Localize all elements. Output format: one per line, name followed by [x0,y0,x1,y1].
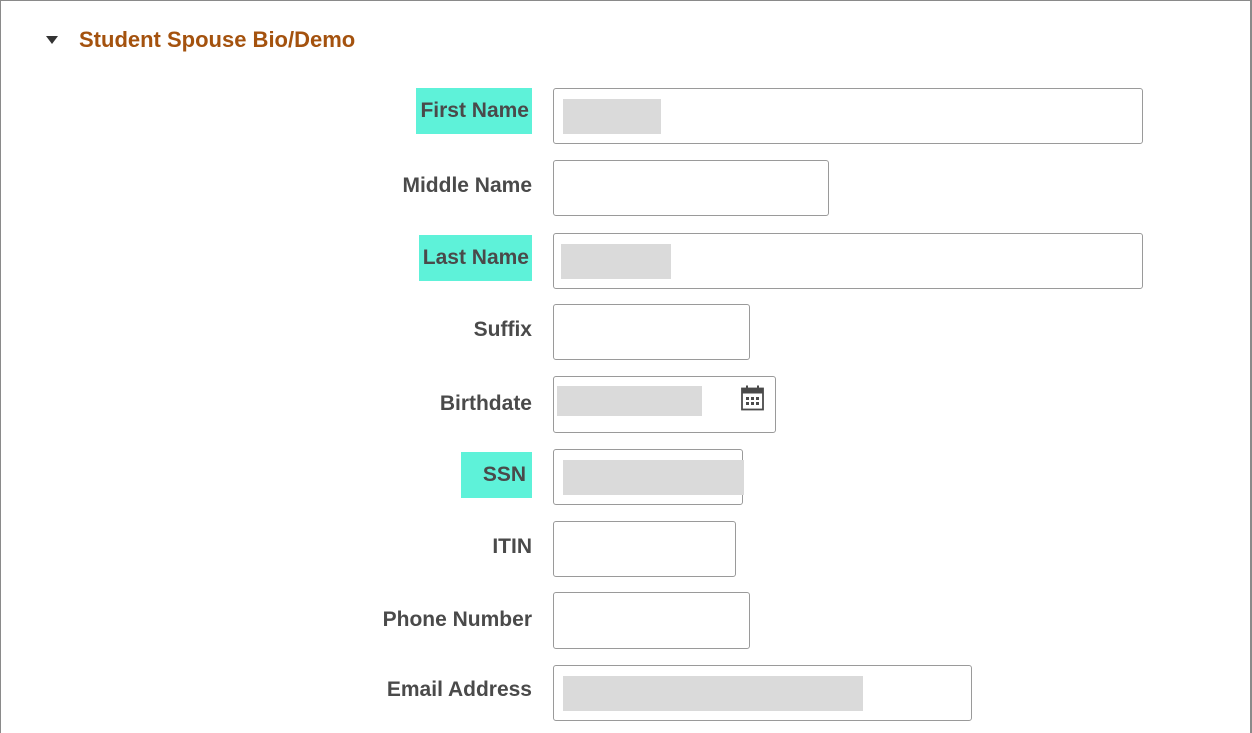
section-title: Student Spouse Bio/Demo [79,27,356,52]
section-toggle[interactable]: Student Spouse Bio/Demo [46,22,355,58]
last-name-input[interactable] [553,233,1143,289]
suffix-label: Suffix [473,318,532,341]
email-address-label: Email Address [386,678,532,701]
last-name-label: Last Name [418,235,532,281]
redacted-value [563,99,661,134]
birthdate-label: Birthdate [439,392,532,415]
frame-top-border [0,0,1252,1]
middle-name-label: Middle Name [402,174,532,197]
ssn-label: SSN [460,452,532,498]
middle-name-input[interactable] [553,160,829,216]
suffix-input[interactable] [553,304,750,360]
redacted-value [561,244,671,279]
triangle-down-icon[interactable] [46,36,58,44]
first-name-input[interactable] [553,88,1143,144]
redacted-value [563,676,863,711]
first-name-label: First Name [416,88,532,134]
itin-input[interactable] [553,521,736,577]
redacted-value [557,386,702,416]
frame-left-border [0,0,1,733]
ssn-input[interactable] [553,449,744,505]
phone-number-label: Phone Number [382,608,532,631]
redacted-value [563,460,744,495]
itin-label: ITIN [492,535,532,558]
phone-number-input[interactable] [553,592,750,649]
email-address-input[interactable] [553,665,972,721]
calendar-icon[interactable] [741,385,764,411]
birthdate-input[interactable] [553,376,776,433]
